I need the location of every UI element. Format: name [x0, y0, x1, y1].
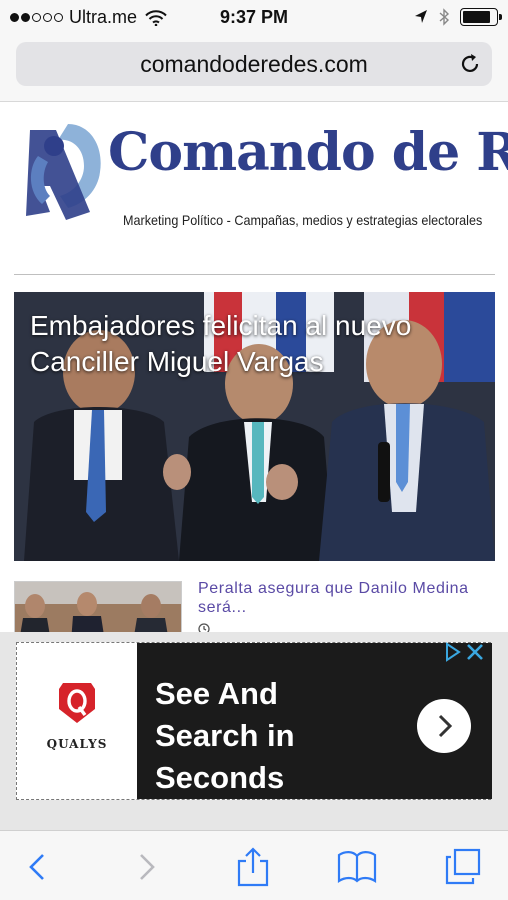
battery-icon	[460, 8, 502, 26]
adchoices-icon[interactable]	[444, 641, 488, 663]
site-logo-emblem	[26, 124, 101, 220]
ad-next-button[interactable]	[417, 699, 471, 753]
tabs-icon[interactable]	[443, 847, 483, 887]
ad-brand-name: QUALYS	[46, 737, 108, 751]
site-logo-title: Comando de Redes	[108, 122, 508, 183]
status-bar: Ultra.me 9:37 PM	[0, 0, 508, 36]
article-title-link[interactable]: Peralta asegura que Danilo Medina será..…	[198, 579, 478, 617]
back-icon[interactable]	[17, 847, 57, 887]
ad-headline[interactable]: See And Search in Seconds	[155, 673, 385, 799]
qualys-shield-icon	[59, 683, 95, 723]
browser-address-area: comandoderedes.com	[0, 36, 508, 102]
featured-article-title[interactable]: Embajadores felicitan al nuevo Canciller…	[30, 308, 470, 380]
reload-icon[interactable]	[458, 52, 482, 76]
location-arrow-icon	[415, 10, 427, 23]
site-logo-tagline: Marketing Político - Campañas, medios y …	[123, 212, 483, 228]
address-bar[interactable]: comandoderedes.com	[16, 42, 492, 86]
ad-banner[interactable]: QUALYS See And Search in Seconds	[0, 632, 508, 830]
featured-article[interactable]: Embajadores felicitan al nuevo Canciller…	[14, 292, 495, 561]
bluetooth-icon	[439, 8, 450, 26]
share-icon[interactable]	[233, 847, 273, 887]
site-logo[interactable]: Comando de Redes Marketing Político - Ca…	[20, 116, 508, 246]
address-bar-url[interactable]: comandoderedes.com	[140, 51, 368, 78]
status-right	[414, 8, 502, 26]
ad-content[interactable]: QUALYS See And Search in Seconds	[16, 641, 492, 800]
header-divider	[14, 274, 495, 275]
ad-message-panel[interactable]: See And Search in Seconds	[137, 641, 492, 799]
ad-logo[interactable]: QUALYS	[17, 643, 137, 799]
bookmarks-icon[interactable]	[337, 847, 377, 887]
browser-toolbar	[0, 830, 508, 900]
chevron-right-icon	[438, 714, 453, 738]
forward-icon[interactable]	[127, 847, 167, 887]
